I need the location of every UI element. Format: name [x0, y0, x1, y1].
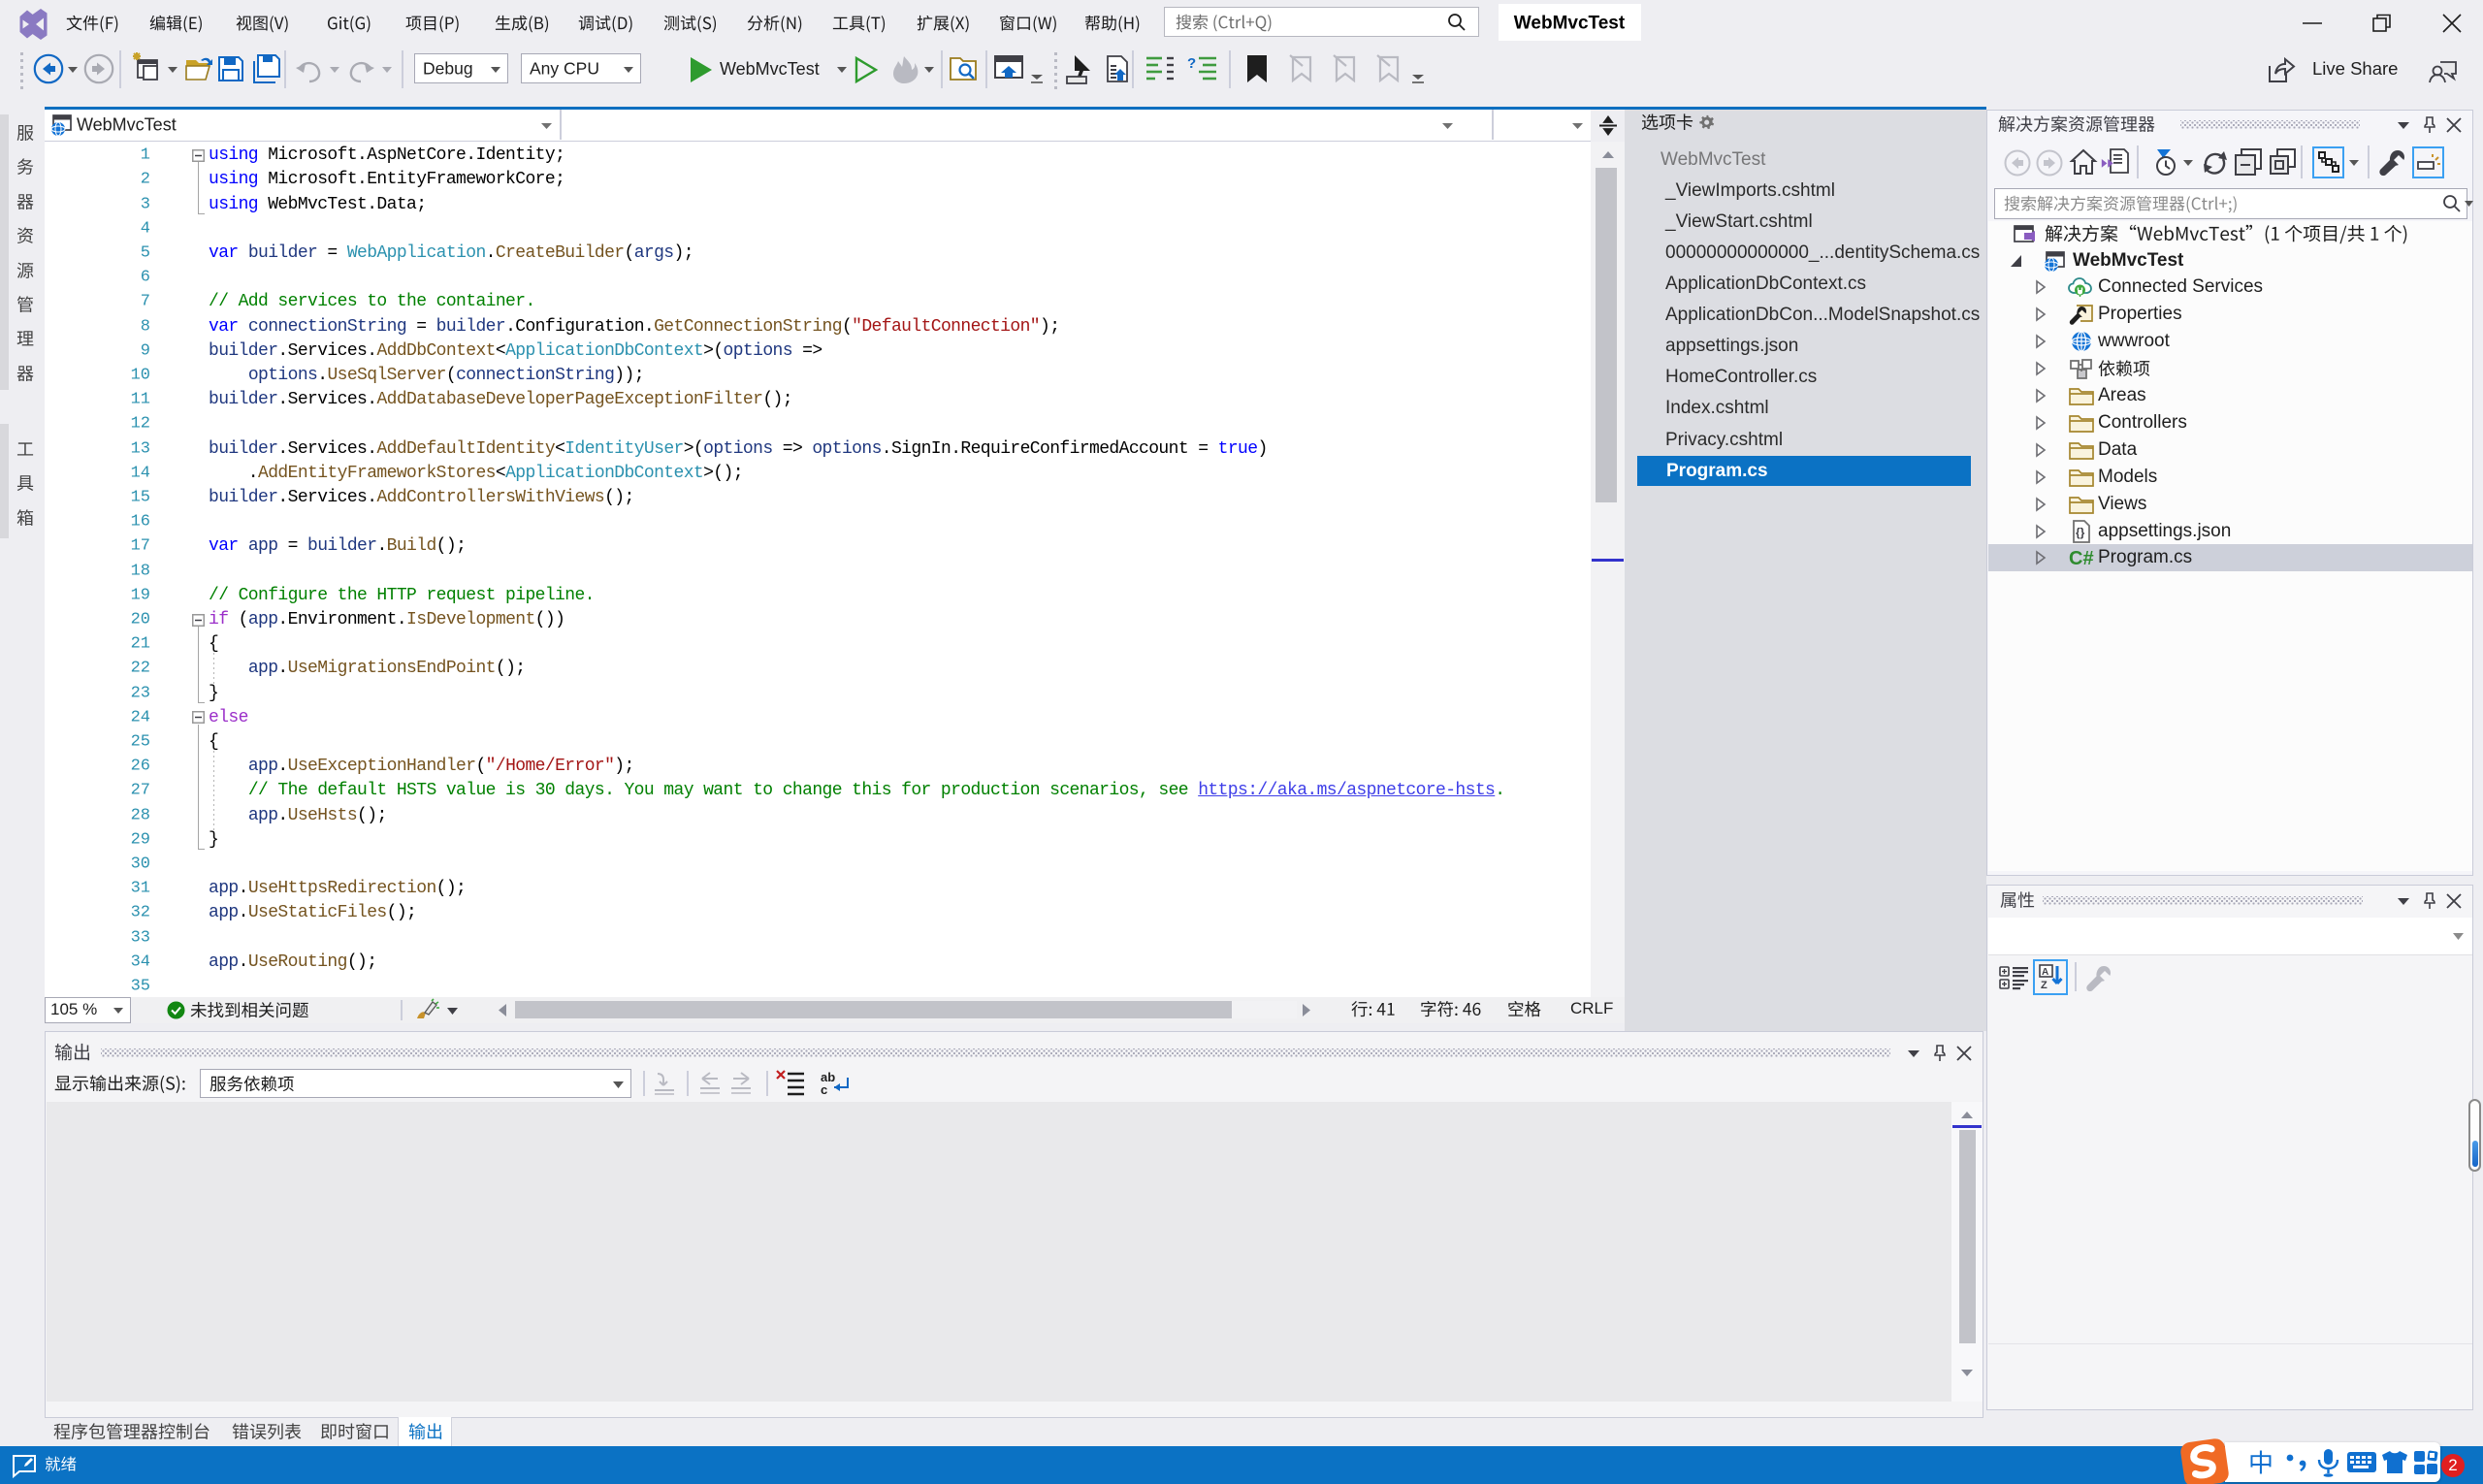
svg-text:?: ? — [1187, 55, 1196, 72]
svg-text:Z: Z — [2041, 980, 2048, 991]
svg-text:A: A — [2042, 967, 2048, 978]
svg-text:{}: {} — [2076, 526, 2085, 539]
svg-text:C#: C# — [2069, 548, 2094, 569]
svg-text:c: c — [821, 1082, 827, 1097]
